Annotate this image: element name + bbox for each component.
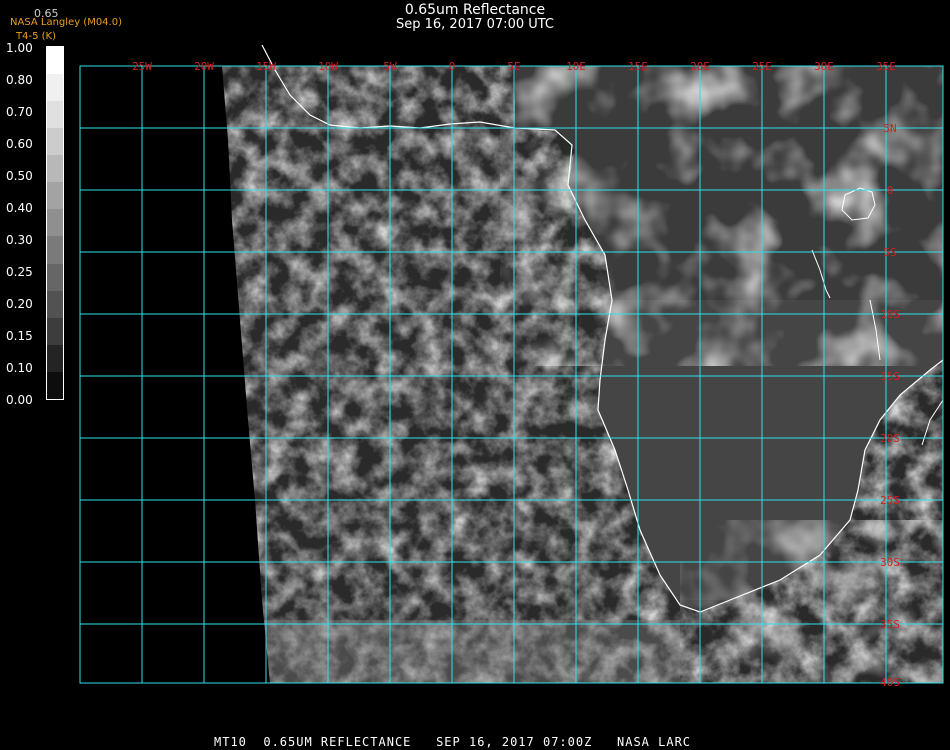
- longitude-label: 5W: [383, 60, 397, 73]
- latitude-label: 20S: [880, 432, 900, 445]
- latitude-label: 25S: [880, 494, 900, 507]
- longitude-label: 5E: [507, 60, 520, 73]
- latitude-label: 40S: [880, 676, 900, 689]
- latitude-label: 5N: [883, 122, 896, 135]
- longitude-label: 20W: [194, 60, 214, 73]
- longitude-label: 10E: [566, 60, 586, 73]
- longitude-label: 15E: [628, 60, 648, 73]
- satellite-map: 25W 20W 15W 10W 5W 0 5E 10E 15E 20E 25E 30E 35E 5N 0 5S…: [79, 44, 944, 689]
- latitude-label: 0: [887, 184, 894, 197]
- longitude-label: 20E: [690, 60, 710, 73]
- longitude-label: 25E: [752, 60, 772, 73]
- latitude-label: 10S: [880, 308, 900, 321]
- latitude-label: 5S: [883, 246, 896, 259]
- satellite-imagery: [222, 66, 943, 683]
- longitude-label: 0: [449, 60, 456, 73]
- longitude-label: 10W: [318, 60, 338, 73]
- latitude-label: 30S: [880, 556, 900, 569]
- latitude-label: 15S: [880, 370, 900, 383]
- longitude-label: 15W: [256, 60, 276, 73]
- latitude-label: 35S: [880, 618, 900, 631]
- longitude-label: 25W: [132, 60, 152, 73]
- longitude-label: 35E: [876, 60, 896, 73]
- longitude-label: 30E: [814, 60, 834, 73]
- footer-caption: MT10 0.65UM REFLECTANCE SEP 16, 2017 07:…: [214, 735, 692, 749]
